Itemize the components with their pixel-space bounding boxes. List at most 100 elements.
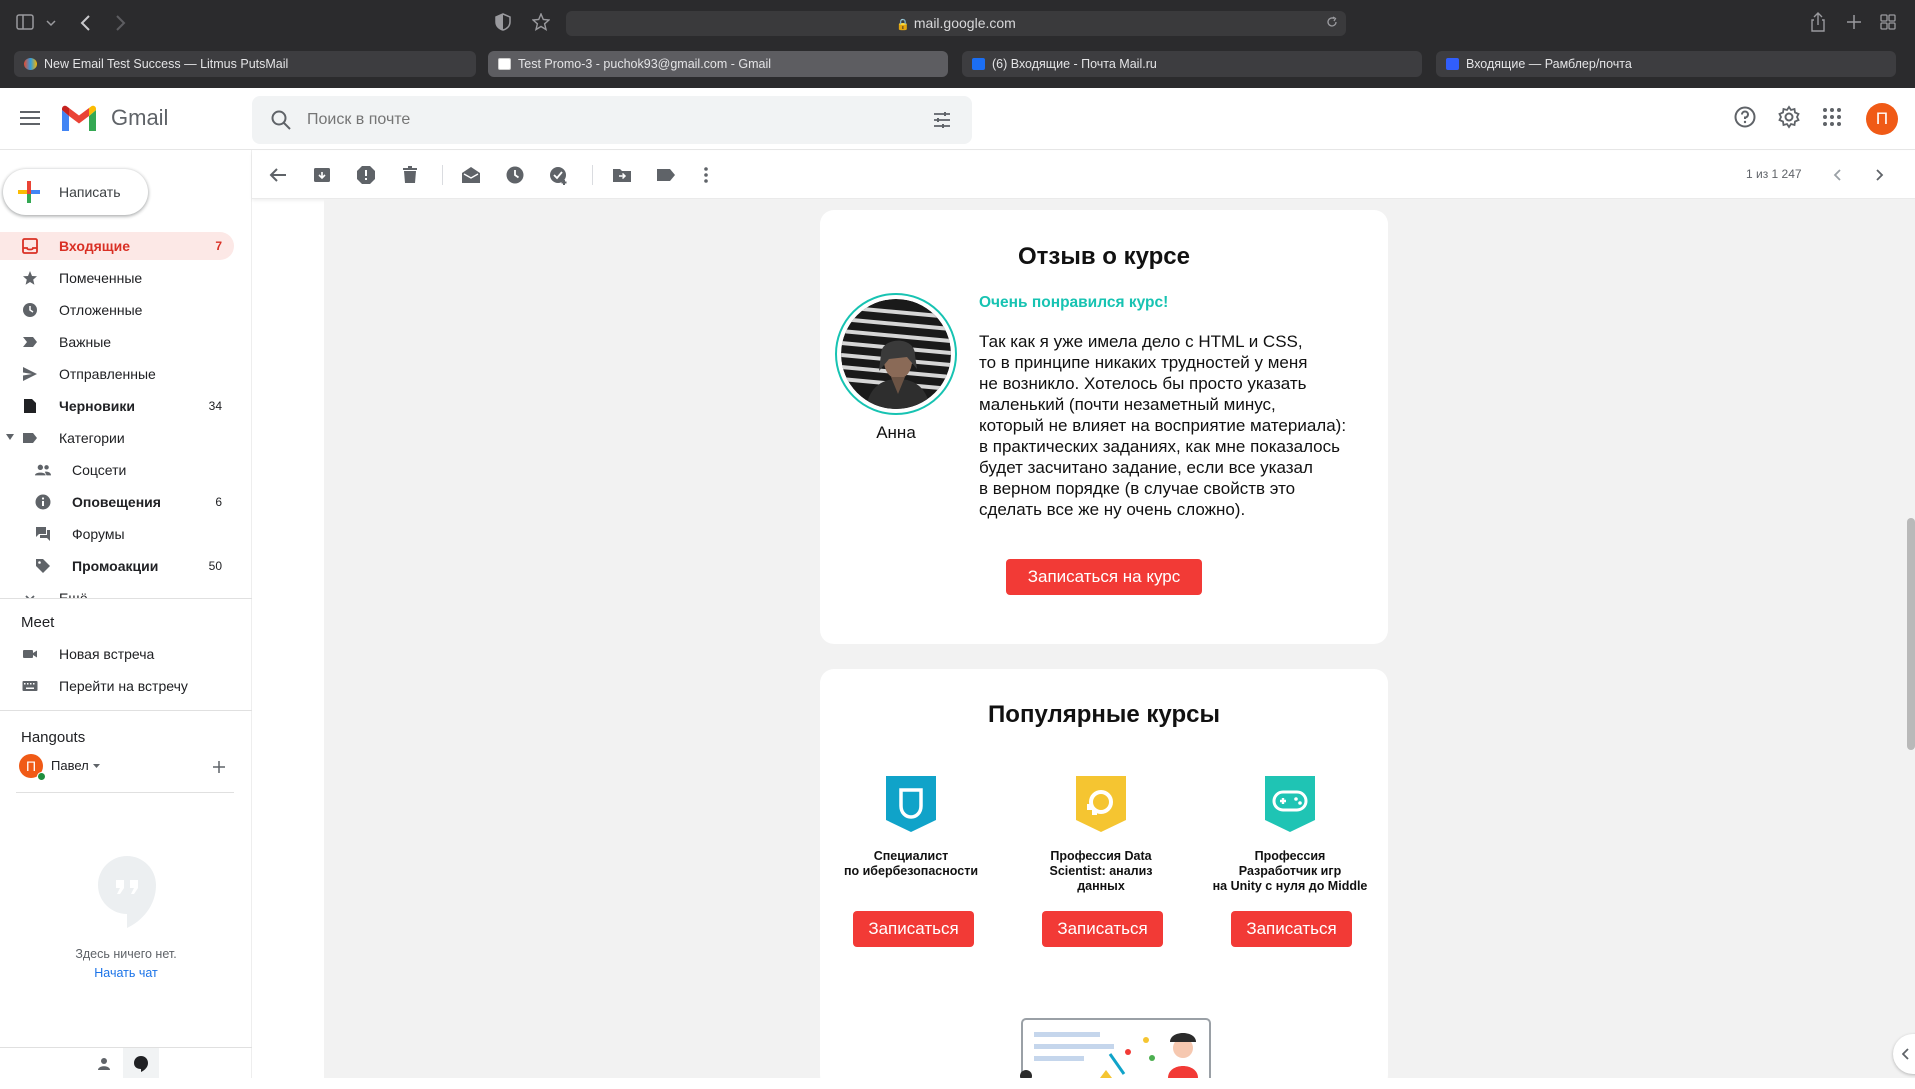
sidebar-item-social[interactable]: Соцсети <box>0 456 234 484</box>
send-icon <box>23 367 37 381</box>
tag-icon <box>36 559 50 573</box>
compose-plus-icon <box>18 181 40 203</box>
hangouts-divider <box>16 792 234 793</box>
search-icon[interactable] <box>270 109 292 131</box>
forward-icon[interactable] <box>114 14 126 32</box>
chevron-down-icon[interactable] <box>46 19 56 27</box>
more-options-icon[interactable] <box>696 165 716 185</box>
sidebar-divider <box>0 598 252 599</box>
forum-icon <box>36 527 50 541</box>
delete-trash-icon[interactable] <box>400 165 420 185</box>
reviewer-photo <box>835 293 957 415</box>
sidebar-divider <box>0 710 252 711</box>
sidebar-item-snoozed[interactable]: Отложенные <box>0 296 234 324</box>
sidebar-item-label: Входящие <box>59 238 130 254</box>
mark-as-unread-icon[interactable] <box>461 165 481 185</box>
review-text-line: будет засчитано задание, если все указал <box>979 458 1313 477</box>
review-text-line: сделать все же ну очень сложно). <box>979 500 1246 519</box>
draft-count: 34 <box>208 399 222 413</box>
hangouts-chat-icon <box>134 1056 148 1072</box>
sidebar-item-label: Отправленные <box>59 366 156 382</box>
info-icon <box>35 494 51 510</box>
label-as-icon[interactable] <box>656 165 676 185</box>
tab-overview-icon[interactable] <box>1880 14 1896 30</box>
back-icon[interactable] <box>80 14 92 32</box>
sidebar-item-label: Промоакции <box>72 558 159 574</box>
sidebar-item-sent[interactable]: Отправленные <box>0 360 234 388</box>
review-text-line: в верном порядке (в случае свойств это <box>979 479 1296 498</box>
privacy-shield-icon[interactable] <box>495 13 511 31</box>
enroll-game-dev-button[interactable]: Записаться <box>1231 911 1352 947</box>
enroll-cybersecurity-button[interactable]: Записаться <box>853 911 974 947</box>
sidebar-item-starred[interactable]: Помеченные <box>0 264 234 292</box>
meet-join-meeting[interactable]: Перейти на встречу <box>0 672 234 700</box>
sidebar-item-forums[interactable]: Форумы <box>0 520 234 548</box>
share-icon[interactable] <box>1810 12 1826 32</box>
hangouts-tab[interactable] <box>123 1048 159 1078</box>
content-scrollbar[interactable] <box>1907 518 1915 750</box>
apps-grid-icon[interactable] <box>1822 107 1842 127</box>
sidebar-item-categories[interactable]: Категории <box>0 424 234 452</box>
main-menu-icon[interactable] <box>20 111 40 125</box>
reload-icon[interactable] <box>1326 16 1338 28</box>
enroll-data-science-button[interactable]: Записаться <box>1042 911 1163 947</box>
add-to-tasks-icon[interactable] <box>549 165 569 185</box>
rambler-favicon-icon <box>1446 58 1459 70</box>
enroll-course-button[interactable]: Записаться на курс <box>1006 559 1202 595</box>
back-to-inbox-icon[interactable] <box>268 165 288 185</box>
contacts-person-icon[interactable] <box>97 1057 111 1071</box>
review-text-line: Так как я уже имела дело с HTML и CSS, <box>979 332 1303 351</box>
status-dropdown-icon[interactable] <box>93 764 100 769</box>
search-options-icon[interactable] <box>932 110 952 130</box>
expand-triangle-icon[interactable] <box>6 434 14 440</box>
sidebar-item-more[interactable]: Ещё <box>0 584 234 598</box>
reviewer-photo-image <box>841 299 951 409</box>
sidebar-item-label: Категории <box>59 430 125 446</box>
search-bar[interactable] <box>252 96 972 144</box>
sidebar-item-important[interactable]: Важные <box>0 328 234 356</box>
course-title-line: Специалист <box>873 849 949 863</box>
inbox-icon <box>22 238 38 254</box>
browser-tab-gmail[interactable]: Test Promo-3 - puchok93@gmail.com - Gmai… <box>488 51 948 77</box>
compose-button[interactable]: Написать <box>3 169 148 215</box>
browser-tab-rambler[interactable]: Входящие — Рамблер/почта <box>1436 51 1896 77</box>
older-chevron-right-icon[interactable] <box>1869 165 1889 185</box>
sidebar-item-label: Отложенные <box>59 302 143 318</box>
settings-gear-icon[interactable] <box>1777 105 1801 129</box>
course-title: Профессия Разработчик игр на Unity с нул… <box>1205 849 1375 894</box>
help-icon[interactable] <box>1733 105 1757 129</box>
snooze-clock-icon[interactable] <box>505 165 525 185</box>
new-chat-plus-icon[interactable] <box>212 760 226 774</box>
hangouts-user-name[interactable]: Павел <box>51 758 89 773</box>
lock-icon: 🔒 <box>896 19 910 31</box>
sidebar-item-label: Оповещения <box>72 494 161 510</box>
account-avatar[interactable]: П <box>1866 103 1898 135</box>
review-text-line: в практических заданиях, как мне показал… <box>979 437 1340 456</box>
newer-chevron-left-icon[interactable] <box>1828 165 1848 185</box>
sidebar-item-drafts[interactable]: Черновики 34 <box>0 392 234 420</box>
sidebar: Написать Входящие 7 Помеченные Отложенны… <box>0 150 252 1078</box>
bookmark-star-icon[interactable] <box>532 13 550 31</box>
meet-new-meeting[interactable]: Новая встреча <box>0 640 234 668</box>
sidebar-item-label: Форумы <box>72 526 125 542</box>
online-status-dot <box>37 772 46 781</box>
move-to-folder-icon[interactable] <box>612 165 632 185</box>
sidebar-item-updates[interactable]: Оповещения 6 <box>0 488 234 516</box>
report-spam-icon[interactable] <box>356 165 376 185</box>
new-tab-icon[interactable] <box>1846 14 1862 30</box>
hangouts-empty-text: Здесь ничего нет. <box>75 947 177 961</box>
sidebar-item-inbox[interactable]: Входящие 7 <box>0 232 234 260</box>
address-bar[interactable]: 🔒 mail.google.com <box>566 11 1346 36</box>
tab-label: New Email Test Success — Litmus PutsMail <box>44 57 289 71</box>
address-bar-url: mail.google.com <box>913 15 1016 31</box>
search-input[interactable] <box>307 108 887 132</box>
browser-tab-litmus[interactable]: New Email Test Success — Litmus PutsMail <box>14 51 476 77</box>
sidebar-item-label: Перейти на встречу <box>59 678 188 694</box>
gmail-logo-icon[interactable] <box>60 104 98 134</box>
course-title-line: данных <box>1077 879 1125 893</box>
sidebar-item-promotions[interactable]: Промоакции 50 <box>0 552 234 580</box>
sidebar-toggle-icon[interactable] <box>16 14 34 30</box>
browser-tab-mailru[interactable]: (6) Входящие - Почта Mail.ru <box>962 51 1422 77</box>
archive-icon[interactable] <box>312 165 332 185</box>
start-chat-link[interactable]: Начать чат <box>0 966 252 980</box>
